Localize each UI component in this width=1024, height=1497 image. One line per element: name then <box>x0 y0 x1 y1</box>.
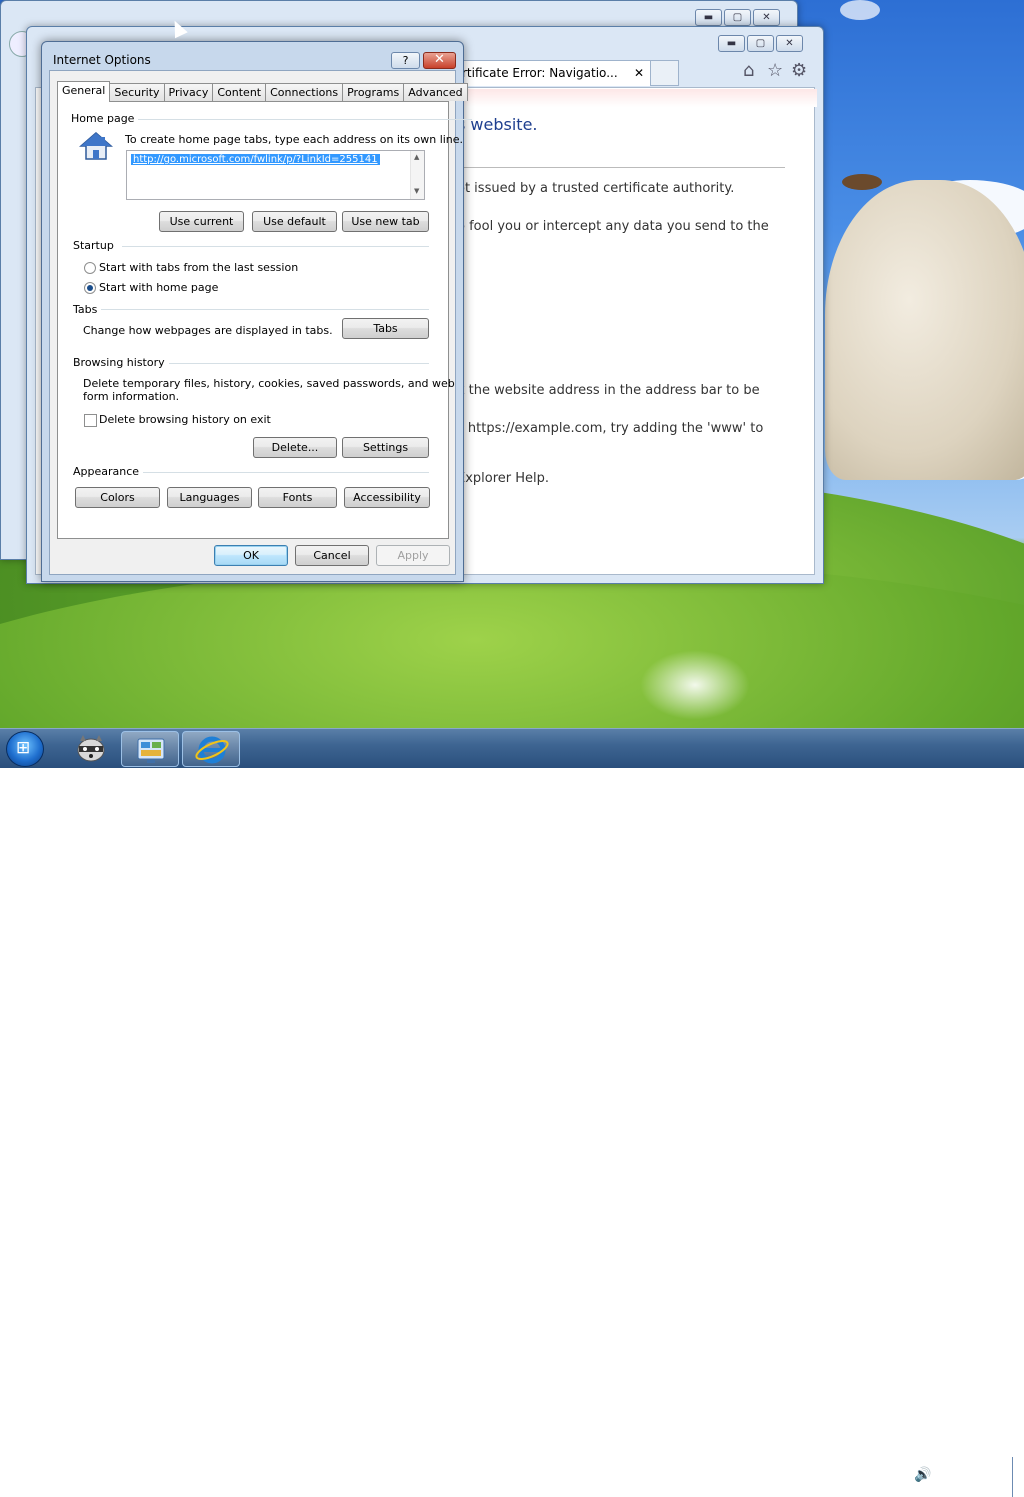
tab-advanced[interactable]: Advanced <box>404 83 468 101</box>
sack-object <box>825 180 1024 480</box>
minimize-button[interactable]: ▬ <box>695 9 722 26</box>
internet-explorer-icon <box>195 736 229 764</box>
error-heading: s website. <box>457 115 538 134</box>
startup-home-page-label[interactable]: Start with home page <box>99 281 218 294</box>
minimize-button[interactable]: ▬ <box>718 35 745 52</box>
error-text-line: ot issued by a trusted certificate autho… <box>457 181 735 196</box>
help-button[interactable]: ? <box>391 52 420 69</box>
textarea-scrollbar[interactable]: ▲ ▼ <box>410 151 424 199</box>
delete-history-on-exit-checkbox[interactable] <box>84 414 97 427</box>
startup-home-page-radio[interactable] <box>84 282 96 294</box>
error-band <box>457 89 817 107</box>
languages-button[interactable]: Languages <box>167 487 252 508</box>
scroll-down-icon[interactable]: ▼ <box>414 187 419 195</box>
use-default-button[interactable]: Use default <box>252 211 337 232</box>
browsing-history-description-line2: form information. <box>83 390 180 403</box>
group-divider <box>128 119 472 120</box>
taskbar-app-raccoon[interactable] <box>62 731 120 767</box>
maximize-button[interactable]: ▢ <box>747 35 774 52</box>
network-icon[interactable]: 🖧 <box>891 1467 907 1491</box>
apply-button[interactable]: Apply <box>376 545 450 566</box>
tab-content[interactable]: Content <box>213 83 267 101</box>
tab-strip: General Security Privacy Content Connect… <box>57 81 468 102</box>
sack-top <box>842 174 882 190</box>
clock-date[interactable]: 12/17/2021 <box>944 1480 1007 1493</box>
group-divider <box>122 246 429 247</box>
clock-time[interactable]: 7:54 PM <box>951 1463 995 1476</box>
new-tab-button[interactable] <box>651 60 679 86</box>
tabs-settings-button[interactable]: Tabs <box>342 318 429 339</box>
tab-title: rtificate Error: Navigatio... <box>462 66 618 80</box>
home-page-icon <box>79 132 113 160</box>
startup-group-label: Startup <box>73 239 118 252</box>
show-desktop-button[interactable] <box>1012 1457 1024 1497</box>
tabs-description: Change how webpages are displayed in tab… <box>83 324 333 337</box>
control-panel-icon <box>137 738 165 763</box>
tabs-group-label: Tabs <box>73 303 102 316</box>
light-glow <box>640 650 750 720</box>
use-new-tab-button[interactable]: Use new tab <box>342 211 429 232</box>
accessibility-button[interactable]: Accessibility <box>344 487 430 508</box>
colors-button[interactable]: Colors <box>75 487 160 508</box>
group-divider <box>101 309 429 310</box>
tab-close-icon[interactable]: ✕ <box>634 61 644 85</box>
delete-history-button[interactable]: Delete... <box>253 437 337 458</box>
home-page-group-label: Home page <box>71 112 139 125</box>
action-center-flag-icon[interactable]: ⚑ <box>866 1467 879 1483</box>
start-button[interactable]: ⊞ <box>6 731 44 767</box>
startup-last-session-radio[interactable] <box>84 262 96 274</box>
cloud <box>840 0 880 20</box>
error-text-line: o fool you or intercept any data you sen… <box>457 219 769 234</box>
scroll-up-icon[interactable]: ▲ <box>414 153 419 161</box>
tools-gear-icon[interactable]: ⚙ <box>791 61 807 81</box>
browser-tab-certificate-error[interactable]: rtificate Error: Navigatio... ✕ <box>457 60 651 86</box>
home-page-instructions: To create home page tabs, type each addr… <box>125 133 464 146</box>
browsing-history-description-line1: Delete temporary files, history, cookies… <box>83 377 455 390</box>
error-text-line: s https://example.com, try adding the 'w… <box>457 421 764 436</box>
group-divider <box>139 472 429 473</box>
close-button[interactable]: ✕ <box>753 9 780 26</box>
startup-last-session-label[interactable]: Start with tabs from the last session <box>99 261 298 274</box>
close-button[interactable]: ✕ <box>423 52 456 69</box>
close-button[interactable]: ✕ <box>776 35 803 52</box>
tab-general[interactable]: General <box>57 81 111 102</box>
windows-logo-icon: ⊞ <box>16 738 31 758</box>
error-help-link[interactable]: Explorer Help. <box>457 471 549 486</box>
taskbar: ⊞ ⚑ 🖧 🔊 7:54 PM 12/17/2021 <box>0 728 1024 1497</box>
history-settings-button[interactable]: Settings <box>342 437 429 458</box>
use-current-button[interactable]: Use current <box>159 211 244 232</box>
raccoon-icon <box>77 735 105 762</box>
divider <box>463 167 785 168</box>
dialog-title: Internet Options <box>53 53 151 67</box>
internet-options-dialog[interactable]: Internet Options ? ✕ General Security Pr… <box>41 41 472 582</box>
delete-history-on-exit-label[interactable]: Delete browsing history on exit <box>99 413 271 426</box>
fonts-button[interactable]: Fonts <box>258 487 337 508</box>
browsing-history-group-label: Browsing history <box>73 356 169 369</box>
error-text-line: k the website address in the address bar… <box>457 383 760 398</box>
home-icon[interactable]: ⌂ <box>743 61 754 81</box>
taskbar-app-internet-explorer[interactable] <box>182 731 240 767</box>
caption-buttons: ▬ ▢ ✕ <box>718 35 803 52</box>
favorites-star-icon[interactable]: ☆ <box>767 61 783 81</box>
volume-icon[interactable]: 🔊 <box>914 1467 931 1483</box>
cancel-button[interactable]: Cancel <box>295 545 369 566</box>
tab-programs[interactable]: Programs <box>343 83 405 101</box>
tab-privacy[interactable]: Privacy <box>164 83 214 101</box>
maximize-button[interactable]: ▢ <box>724 9 751 26</box>
tab-security[interactable]: Security <box>110 83 165 101</box>
ok-button[interactable]: OK <box>214 545 288 566</box>
home-page-url-textarea[interactable]: http://go.microsoft.com/fwlink/p/?LinkId… <box>126 150 425 200</box>
home-page-url-value: http://go.microsoft.com/fwlink/p/?LinkId… <box>131 154 380 165</box>
group-divider <box>162 363 429 364</box>
tab-connections[interactable]: Connections <box>266 83 344 101</box>
caption-buttons: ▬ ▢ ✕ <box>695 9 780 26</box>
taskbar-app-control-panel[interactable] <box>121 731 179 767</box>
appearance-group-label: Appearance <box>73 465 144 478</box>
